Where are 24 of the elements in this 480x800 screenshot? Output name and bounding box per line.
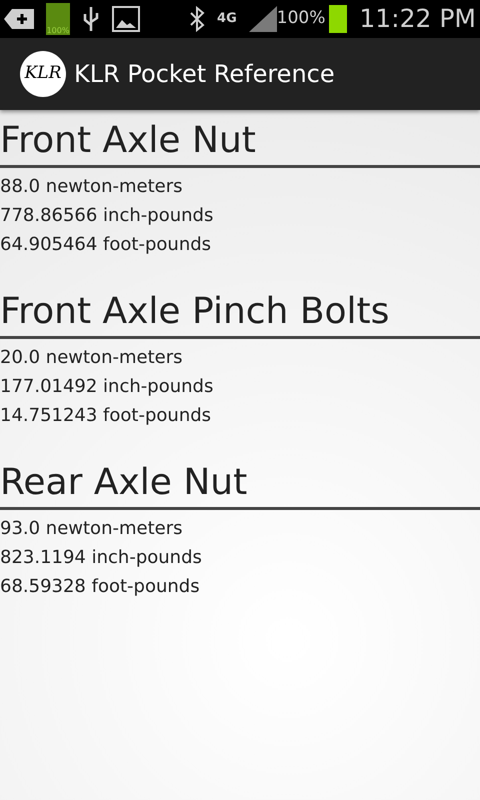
battery-percent: 100% — [276, 7, 326, 30]
app-logo: KLR — [20, 51, 66, 97]
network-label: 4G — [217, 10, 237, 28]
add-notification-icon — [4, 7, 34, 31]
section-heading: Front Axle Nut — [0, 119, 257, 163]
app-title: KLR Pocket Reference — [74, 59, 335, 90]
torque-value: 778.86566 inch-pounds — [0, 204, 214, 228]
signal-icon — [248, 6, 277, 32]
battery-icon — [329, 5, 348, 33]
bluetooth-icon — [189, 6, 206, 32]
torque-value: 93.0 newton-meters — [0, 517, 184, 541]
torque-value: 177.01492 inch-pounds — [0, 375, 214, 399]
usb-icon — [82, 5, 100, 33]
torque-value: 88.0 newton-meters — [0, 175, 184, 199]
torque-value: 14.751243 foot-pounds — [0, 404, 212, 428]
image-icon — [112, 6, 140, 32]
torque-value: 64.905464 foot-pounds — [0, 233, 212, 257]
section-heading: Rear Axle Nut — [0, 461, 248, 505]
torque-value: 823.1194 inch-pounds — [0, 546, 203, 570]
torque-value: 68.59328 foot-pounds — [0, 575, 201, 599]
torque-value: 20.0 newton-meters — [0, 346, 184, 370]
section-heading: Front Axle Pinch Bolts — [0, 290, 390, 334]
battery-notification-label: 100% — [46, 27, 70, 35]
clock: 11:22 PM — [359, 3, 476, 36]
